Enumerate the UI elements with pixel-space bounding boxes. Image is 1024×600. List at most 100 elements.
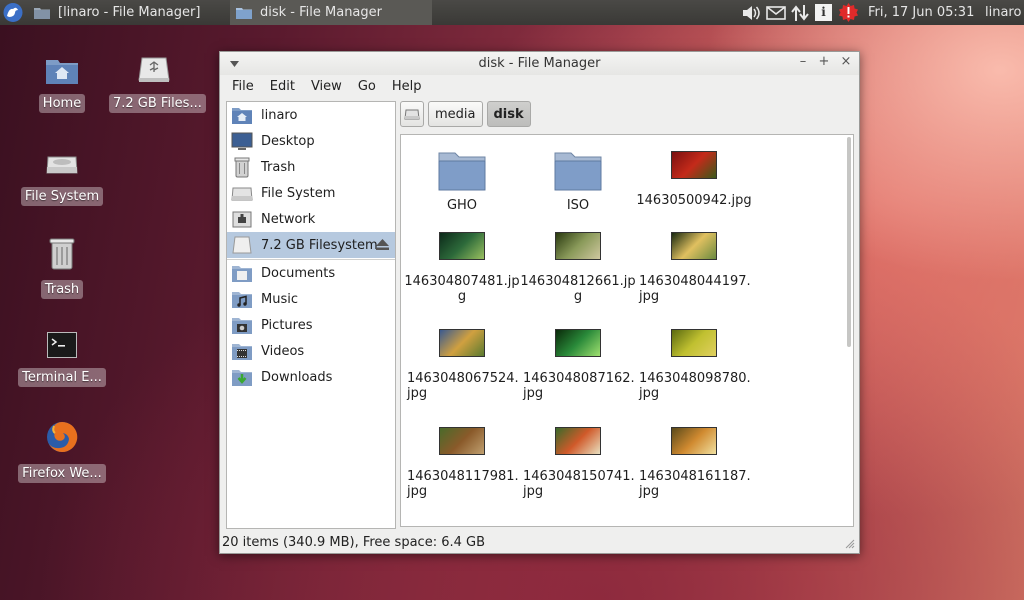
desktop-icon-label: File System: [20, 187, 104, 206]
folder-item[interactable]: ISO: [520, 151, 636, 213]
file-item[interactable]: 146304807481.jpg: [404, 232, 520, 304]
folder-item[interactable]: GHO: [404, 151, 520, 213]
network-icon: [232, 211, 252, 228]
user-menu[interactable]: linaro: [985, 0, 1021, 25]
status-text: 20 items (340.9 MB), Free space: 6.4 GB: [222, 534, 486, 550]
file-name: 1463048161187.jpg: [639, 469, 751, 499]
top-panel: [linaro - File Manager] disk - File Mana…: [0, 0, 1024, 25]
network-transfer-icon[interactable]: [790, 0, 810, 25]
taskbar-item-label: disk - File Manager: [260, 5, 382, 20]
file-item[interactable]: 1463048067524.jpg: [404, 329, 520, 401]
sidebar-item-videos[interactable]: Videos: [227, 338, 395, 364]
sidebar-item-7-2-gb-filesystem[interactable]: 7.2 GB Filesystem: [227, 232, 395, 258]
clock[interactable]: Fri, 17 Jun 05:31: [868, 0, 974, 25]
sidebar-item-label: Network: [261, 211, 316, 227]
desktop-icon-file-system[interactable]: File System: [17, 149, 107, 206]
file-name: 1463048098780.jpg: [639, 371, 751, 401]
image-thumbnail: [671, 329, 717, 357]
file-item[interactable]: 1463048161187.jpg: [636, 427, 752, 499]
path-root-button[interactable]: [400, 101, 424, 127]
desktop-icon-label: Home: [38, 94, 86, 113]
desktop-icon-terminal[interactable]: Terminal E...: [17, 332, 107, 387]
file-item[interactable]: 14630500942.jpg: [636, 151, 752, 208]
sidebar-item-label: 7.2 GB Filesystem: [261, 237, 378, 253]
update-notifier-icon[interactable]: [839, 0, 858, 25]
folder-icon: [554, 152, 602, 191]
desktop-icon-usb-drive[interactable]: 7.2 GB Files...: [109, 56, 206, 113]
vertical-scrollbar[interactable]: [847, 137, 851, 347]
sidebar-item-label: Documents: [261, 265, 336, 281]
file-item[interactable]: 1463048150741.jpg: [520, 427, 636, 499]
desktop-icon: [231, 132, 253, 150]
file-name: 14630500942.jpg: [636, 193, 752, 208]
sidebar-item-trash[interactable]: Trash: [227, 154, 395, 180]
image-thumbnail: [671, 427, 717, 455]
folder-icon: [34, 8, 50, 19]
taskbar-item-disk-file-manager[interactable]: disk - File Manager: [230, 0, 432, 25]
trash-icon: [234, 157, 250, 178]
image-thumbnail: [439, 232, 485, 260]
sidebar-item-label: Trash: [261, 159, 296, 175]
sidebar-item-documents[interactable]: Documents: [227, 260, 395, 286]
sidebar-item-downloads[interactable]: Downloads: [227, 364, 395, 390]
info-icon[interactable]: i: [815, 0, 832, 25]
desktop-icon-label: Firefox We...: [18, 464, 106, 483]
sidebar-item-label: File System: [261, 185, 336, 201]
file-item[interactable]: 1463048087162.jpg: [520, 329, 636, 401]
desktop-icon-trash[interactable]: Trash: [17, 238, 107, 299]
folder-music-icon: [232, 292, 252, 308]
sidebar-item-network[interactable]: Network: [227, 206, 395, 232]
menu-file[interactable]: File: [224, 79, 262, 94]
maximize-button[interactable]: +: [817, 55, 831, 69]
folder-videos-icon: [232, 344, 252, 360]
menu-help[interactable]: Help: [384, 79, 430, 94]
desktop-icon-home[interactable]: Home: [17, 56, 107, 113]
sidebar-item-pictures[interactable]: Pictures: [227, 312, 395, 338]
taskbar-item-label: [linaro - File Manager]: [58, 5, 201, 20]
firefox-icon: [17, 420, 107, 458]
terminal-icon: [17, 332, 107, 362]
file-item[interactable]: 1463048098780.jpg: [636, 329, 752, 401]
volume-icon[interactable]: [742, 0, 762, 25]
sidebar-item-desktop[interactable]: Desktop: [227, 128, 395, 154]
file-item[interactable]: 1463048044197.jpg: [636, 232, 752, 304]
mail-icon[interactable]: [766, 0, 786, 25]
eject-icon[interactable]: [376, 239, 389, 250]
file-item[interactable]: 146304812661.jpg: [520, 232, 636, 304]
menu-edit[interactable]: Edit: [262, 79, 303, 94]
minimize-button[interactable]: –: [796, 55, 810, 69]
drive-icon: [404, 109, 420, 120]
sidebar-item-linaro[interactable]: linaro: [227, 102, 395, 128]
path-segment-disk[interactable]: disk: [486, 101, 531, 127]
file-name: ISO: [566, 198, 590, 213]
home-folder-icon: [17, 56, 107, 88]
sidebar-item-music[interactable]: Music: [227, 286, 395, 312]
menu-go[interactable]: Go: [350, 79, 384, 94]
file-view[interactable]: GHO ISO 14630500942.jpg 146304807481.jpg 146…: [400, 134, 854, 527]
file-name: 1463048117981.jpg: [407, 469, 519, 499]
status-bar: 20 items (340.9 MB), Free space: 6.4 GB: [220, 531, 859, 553]
trash-icon: [17, 238, 107, 274]
sidebar-item-file-system[interactable]: File System: [227, 180, 395, 206]
applications-menu-icon[interactable]: [2, 2, 24, 23]
sidebar-item-label: linaro: [261, 107, 298, 123]
path-segment-media[interactable]: media: [428, 101, 483, 127]
sidebar-item-label: Music: [261, 291, 298, 307]
close-button[interactable]: ×: [839, 55, 853, 69]
image-thumbnail: [671, 151, 717, 179]
file-item[interactable]: 1463048117981.jpg: [404, 427, 520, 499]
window-titlebar[interactable]: disk - File Manager – + ×: [220, 52, 859, 75]
window-title: disk - File Manager: [478, 56, 601, 71]
taskbar-item-linaro-file-manager[interactable]: [linaro - File Manager]: [28, 0, 226, 25]
hard-drive-icon: [17, 149, 107, 181]
file-name: 1463048150741.jpg: [523, 469, 635, 499]
folder-pictures-icon: [232, 318, 252, 334]
image-thumbnail: [671, 232, 717, 260]
file-name: 146304807481.jpg: [404, 274, 520, 304]
desktop-icon-firefox[interactable]: Firefox We...: [17, 420, 107, 483]
menu-view[interactable]: View: [303, 79, 350, 94]
usb-drive-icon: [232, 236, 252, 254]
resize-grip-icon[interactable]: [845, 539, 855, 549]
file-name: GHO: [446, 198, 478, 213]
sidebar-item-label: Videos: [261, 343, 305, 359]
